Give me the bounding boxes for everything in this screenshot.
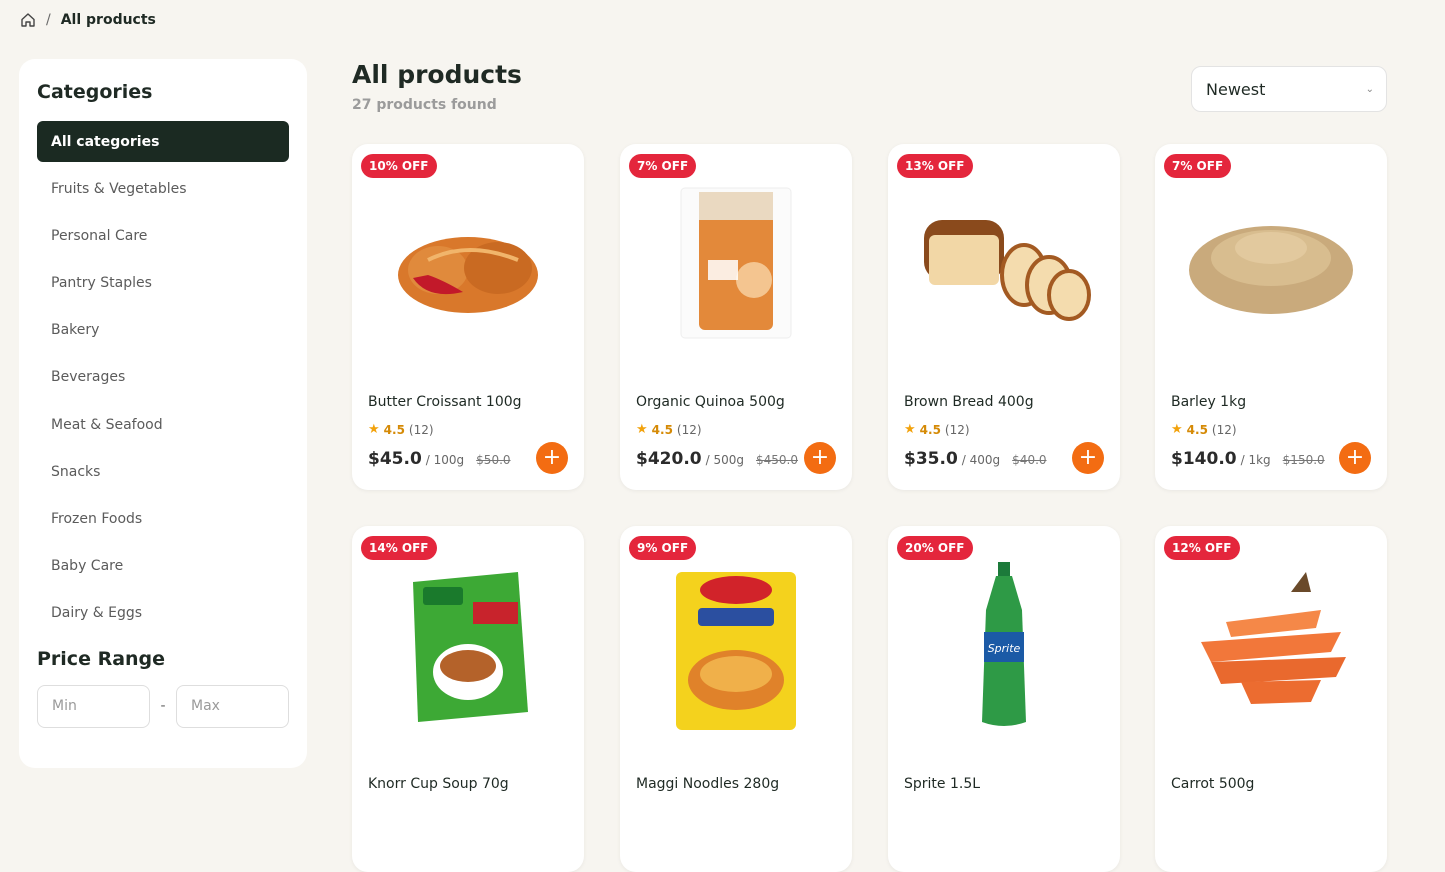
product-price: $35.0 / 400g $40.0 (904, 449, 1047, 469)
add-to-cart-button[interactable]: + (1072, 442, 1104, 474)
barley-grains-icon (1189, 226, 1353, 314)
breadcrumb-current: All products (60, 12, 156, 28)
review-count: (12) (676, 422, 702, 437)
price-unit: / 100g (425, 453, 465, 467)
discount-badge: 12% OFF (1164, 536, 1240, 560)
add-to-cart-button[interactable]: + (804, 442, 836, 474)
product-name[interactable]: Knorr Cup Soup 70g (368, 776, 509, 792)
category-list: All categories Fruits & Vegetables Perso… (37, 121, 289, 634)
add-to-cart-button[interactable]: + (536, 442, 568, 474)
current-price: $140.0 (1171, 449, 1237, 469)
product-name[interactable]: Maggi Noodles 280g (636, 776, 779, 792)
product-card[interactable]: 7% OFF Barley 1kg ★ 4.5 (12) $140.0 / 1k… (1155, 144, 1387, 490)
category-item-bakery[interactable]: Bakery (37, 310, 289, 351)
product-name[interactable]: Barley 1kg (1171, 394, 1246, 410)
price-range-title: Price Range (37, 647, 166, 670)
soda-bottle-icon: Sprite (982, 562, 1026, 726)
price-unit: / 500g (705, 453, 744, 467)
discount-badge: 20% OFF (897, 536, 973, 560)
discount-badge: 7% OFF (629, 154, 697, 178)
category-item-fruits-vegetables[interactable]: Fruits & Vegetables (37, 168, 289, 209)
category-item-beverages[interactable]: Beverages (37, 357, 289, 398)
category-item-all[interactable]: All categories (37, 121, 289, 162)
discount-badge: 9% OFF (629, 536, 697, 560)
category-item-baby-care[interactable]: Baby Care (37, 546, 289, 587)
product-card[interactable]: 9% OFF Maggi Noodles 280g (620, 526, 852, 872)
product-card[interactable]: 14% OFF Knorr Cup Soup 70g (352, 526, 584, 872)
review-count: (12) (1211, 422, 1237, 437)
bread-icon (924, 220, 1091, 321)
price-unit: / 1kg (1240, 453, 1271, 467)
star-icon: ★ (636, 422, 648, 437)
noodles-pack-icon (676, 572, 796, 730)
product-card[interactable]: 13% OFF Brown Bread 400g ★ 4.5 (12) $35.… (888, 144, 1120, 490)
review-count: (12) (944, 422, 970, 437)
price-max-input[interactable] (176, 684, 289, 728)
star-icon: ★ (1171, 422, 1183, 437)
original-price: $40.0 (1012, 453, 1047, 467)
price-range-dash: - (160, 698, 166, 715)
product-card[interactable]: 10% OFF Butter Croissant 100g ★ 4.5 (12)… (352, 144, 584, 490)
chevron-down-icon: ⌄ (1365, 83, 1374, 95)
category-item-frozen-foods[interactable]: Frozen Foods (37, 499, 289, 540)
product-rating: ★ 4.5 (12) (904, 422, 970, 437)
quinoa-bag-icon (680, 187, 792, 339)
product-card[interactable]: 7% OFF Organic Quinoa 500g ★ 4.5 (12) $4… (620, 144, 852, 490)
category-item-dairy-eggs[interactable]: Dairy & Eggs (37, 593, 289, 634)
star-icon: ★ (368, 422, 380, 437)
breadcrumb: / All products (20, 12, 156, 28)
product-name[interactable]: Organic Quinoa 500g (636, 394, 785, 410)
discount-badge: 10% OFF (361, 154, 437, 178)
add-to-cart-button[interactable]: + (1339, 442, 1371, 474)
review-count: (12) (408, 422, 434, 437)
category-item-meat-seafood[interactable]: Meat & Seafood (37, 404, 289, 445)
discount-badge: 7% OFF (1164, 154, 1232, 178)
sort-select[interactable]: Newest ⌄ (1191, 66, 1387, 112)
breadcrumb-separator: / (46, 12, 51, 28)
original-price: $50.0 (476, 453, 511, 467)
filter-sidebar: Categories All categories Fruits & Veget… (19, 59, 307, 768)
discount-badge: 13% OFF (897, 154, 973, 178)
rating-value: 4.5 (651, 422, 673, 437)
discount-badge: 14% OFF (361, 536, 437, 560)
rating-value: 4.5 (383, 422, 405, 437)
home-icon[interactable] (20, 12, 36, 28)
categories-title: Categories (37, 81, 153, 103)
product-price: $45.0 / 100g $50.0 (368, 449, 511, 469)
product-name[interactable]: Butter Croissant 100g (368, 394, 522, 410)
product-card[interactable]: 12% OFF Carrot 500g (1155, 526, 1387, 872)
product-name[interactable]: Sprite 1.5L (904, 776, 980, 792)
price-unit: / 400g (961, 453, 1001, 467)
product-name[interactable]: Brown Bread 400g (904, 394, 1034, 410)
star-icon: ★ (904, 422, 916, 437)
product-rating: ★ 4.5 (12) (636, 422, 702, 437)
original-price: $450.0 (756, 453, 798, 467)
rating-value: 4.5 (1186, 422, 1208, 437)
category-item-personal-care[interactable]: Personal Care (37, 215, 289, 256)
rating-value: 4.5 (919, 422, 941, 437)
product-price: $420.0 / 500g $450.0 (636, 449, 798, 469)
svg-text:Sprite: Sprite (988, 642, 1021, 655)
product-name[interactable]: Carrot 500g (1171, 776, 1254, 792)
soup-box-icon (413, 572, 528, 722)
category-item-pantry-staples[interactable]: Pantry Staples (37, 263, 289, 304)
price-range-inputs: - (37, 684, 289, 728)
category-item-snacks[interactable]: Snacks (37, 451, 289, 492)
carrots-icon (1201, 572, 1346, 704)
product-card[interactable]: 20% OFF Sprite Sprite 1.5L (888, 526, 1120, 872)
product-price: $140.0 / 1kg $150.0 (1171, 449, 1325, 469)
products-found-count: 27 products found (352, 97, 497, 113)
product-rating: ★ 4.5 (12) (368, 422, 434, 437)
original-price: $150.0 (1282, 453, 1325, 467)
current-price: $35.0 (904, 449, 958, 469)
page-title: All products (352, 60, 522, 89)
price-min-input[interactable] (37, 684, 150, 728)
current-price: $420.0 (636, 449, 702, 469)
croissant-icon (398, 237, 538, 313)
product-rating: ★ 4.5 (12) (1171, 422, 1237, 437)
sort-selected-value: Newest (1206, 79, 1266, 99)
current-price: $45.0 (368, 449, 422, 469)
